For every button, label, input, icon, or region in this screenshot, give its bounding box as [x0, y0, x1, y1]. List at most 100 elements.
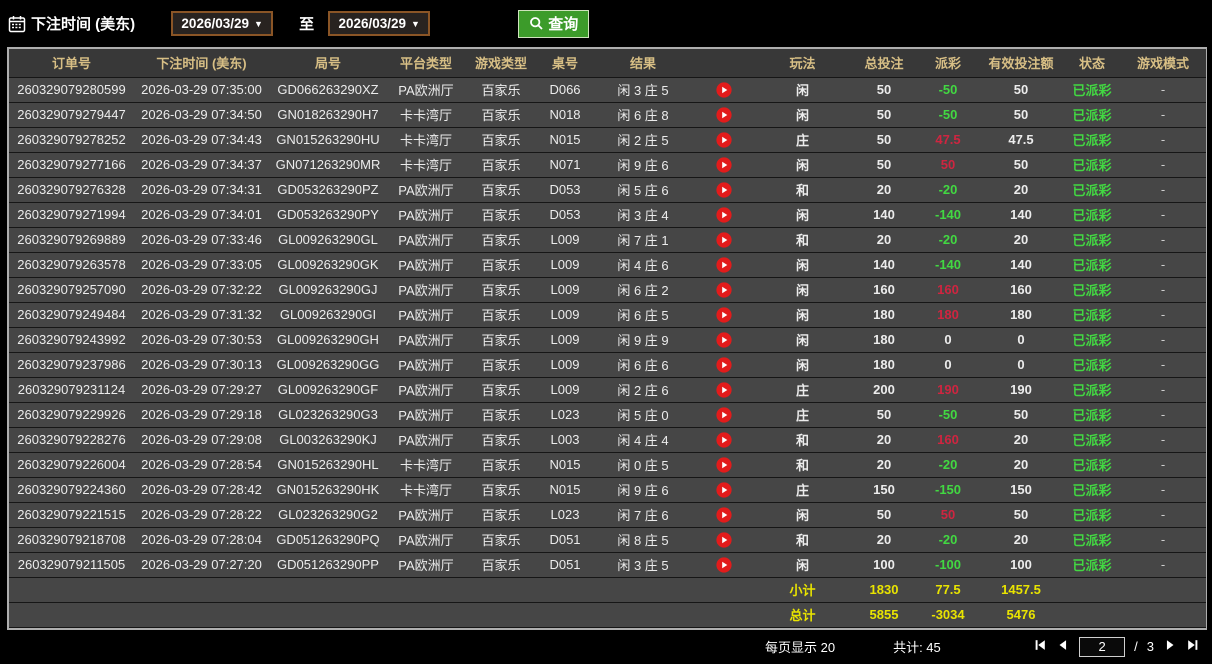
- betting-history-page: 下注时间 (美东) 2026/03/29 ▼ 至 2026/03/29 ▼ 查询: [0, 0, 1212, 664]
- next-page-icon: [1163, 638, 1177, 655]
- play-video-icon[interactable]: [716, 82, 732, 98]
- total-bet-cell: 50: [850, 127, 918, 152]
- status-cell: 已派彩: [1064, 477, 1120, 502]
- game-mode-cell: -: [1120, 277, 1206, 302]
- date-from-select[interactable]: 2026/03/29 ▼: [171, 11, 273, 36]
- game-type-cell: 百家乐: [465, 177, 537, 202]
- bet-time-cell: 2026-03-29 07:34:31: [134, 177, 269, 202]
- play-video-icon[interactable]: [716, 532, 732, 548]
- game-type-cell: 百家乐: [465, 377, 537, 402]
- table-row: 260329079279447 2026-03-29 07:34:50 GN01…: [9, 102, 1206, 127]
- play-video-icon[interactable]: [716, 182, 732, 198]
- play-video-icon[interactable]: [716, 332, 732, 348]
- last-page-icon: [1186, 638, 1200, 655]
- round-id-cell: GL009263290GI: [269, 302, 387, 327]
- game-mode-cell: -: [1120, 252, 1206, 277]
- order-id-cell: 260329079211505: [9, 552, 134, 577]
- table-no-cell: D066: [537, 77, 593, 102]
- result-cell: 闲 4 庄 4: [593, 427, 693, 452]
- play-type-cell: 闲: [755, 302, 850, 327]
- bet-time-cell: 2026-03-29 07:28:22: [134, 502, 269, 527]
- play-type-cell: 庄: [755, 477, 850, 502]
- date-to-select[interactable]: 2026/03/29 ▼: [328, 11, 430, 36]
- order-id-cell: 260329079229926: [9, 402, 134, 427]
- status-cell: 已派彩: [1064, 77, 1120, 102]
- status-cell: 已派彩: [1064, 327, 1120, 352]
- play-video-icon[interactable]: [716, 457, 732, 473]
- platform-cell: 卡卡湾厅: [387, 127, 465, 152]
- play-video-icon[interactable]: [716, 232, 732, 248]
- play-type-cell: 庄: [755, 377, 850, 402]
- payout-cell: 0: [918, 352, 978, 377]
- play-video-icon[interactable]: [716, 407, 732, 423]
- round-id-cell: GL023263290G2: [269, 502, 387, 527]
- result-cell: 闲 9 庄 6: [593, 152, 693, 177]
- round-id-cell: GL009263290GH: [269, 327, 387, 352]
- table-row: 260329079278252 2026-03-29 07:34:43 GN01…: [9, 127, 1206, 152]
- order-id-cell: 260329079221515: [9, 502, 134, 527]
- pager: / 3: [1033, 637, 1200, 657]
- prev-page-button[interactable]: [1056, 638, 1070, 655]
- play-video-icon[interactable]: [716, 432, 732, 448]
- round-id-cell: GN015263290HU: [269, 127, 387, 152]
- platform-cell: PA欧洲厅: [387, 402, 465, 427]
- play-video-icon[interactable]: [716, 557, 732, 573]
- orders-table: 订单号 下注时间 (美东) 局号 平台类型 游戏类型 桌号 结果 玩法 总投注 …: [7, 47, 1207, 630]
- result-cell: 闲 4 庄 6: [593, 252, 693, 277]
- play-video-icon[interactable]: [716, 357, 732, 373]
- order-id-cell: 260329079279447: [9, 102, 134, 127]
- game-mode-cell: -: [1120, 127, 1206, 152]
- play-video-icon[interactable]: [716, 107, 732, 123]
- game-mode-cell: -: [1120, 352, 1206, 377]
- valid-bet-cell: 50: [978, 502, 1064, 527]
- next-page-button[interactable]: [1163, 638, 1177, 655]
- platform-cell: PA欧洲厅: [387, 227, 465, 252]
- total-pages: 3: [1147, 639, 1154, 654]
- replay-cell: [693, 352, 755, 377]
- status-cell: 已派彩: [1064, 127, 1120, 152]
- round-id-cell: GL009263290GG: [269, 352, 387, 377]
- to-label: 至: [299, 13, 314, 34]
- play-video-icon[interactable]: [716, 307, 732, 323]
- play-type-cell: 闲: [755, 77, 850, 102]
- page-input[interactable]: [1079, 637, 1125, 657]
- game-mode-cell: -: [1120, 102, 1206, 127]
- round-id-cell: GD051263290PQ: [269, 527, 387, 552]
- order-id-cell: 260329079280599: [9, 77, 134, 102]
- last-page-button[interactable]: [1186, 638, 1200, 655]
- status-cell: 已派彩: [1064, 102, 1120, 127]
- payout-cell: 160: [918, 427, 978, 452]
- replay-cell: [693, 152, 755, 177]
- platform-cell: PA欧洲厅: [387, 202, 465, 227]
- result-cell: 闲 6 庄 2: [593, 277, 693, 302]
- table-header: 订单号 下注时间 (美东) 局号 平台类型 游戏类型 桌号 结果 玩法 总投注 …: [9, 49, 1206, 77]
- payout-cell: -50: [918, 77, 978, 102]
- col-payout: 派彩: [918, 49, 978, 77]
- table-row: 260329079277166 2026-03-29 07:34:37 GN07…: [9, 152, 1206, 177]
- replay-cell: [693, 502, 755, 527]
- game-type-cell: 百家乐: [465, 552, 537, 577]
- play-type-cell: 闲: [755, 277, 850, 302]
- status-cell: 已派彩: [1064, 402, 1120, 427]
- play-video-icon[interactable]: [716, 132, 732, 148]
- play-video-icon[interactable]: [716, 282, 732, 298]
- status-cell: 已派彩: [1064, 502, 1120, 527]
- total-bet-cell: 50: [850, 402, 918, 427]
- play-video-icon[interactable]: [716, 382, 732, 398]
- play-video-icon[interactable]: [716, 482, 732, 498]
- play-type-cell: 闲: [755, 552, 850, 577]
- play-type-cell: 闲: [755, 252, 850, 277]
- valid-bet-cell: 190: [978, 377, 1064, 402]
- valid-bet-cell: 140: [978, 252, 1064, 277]
- play-video-icon[interactable]: [716, 257, 732, 273]
- first-page-button[interactable]: [1033, 638, 1047, 655]
- play-video-icon[interactable]: [716, 207, 732, 223]
- pagination-bar: 每页显示 20 共计: 45 / 3: [0, 630, 1212, 664]
- play-video-icon[interactable]: [716, 507, 732, 523]
- bet-time-cell: 2026-03-29 07:34:50: [134, 102, 269, 127]
- play-type-cell: 闲: [755, 102, 850, 127]
- game-mode-cell: -: [1120, 327, 1206, 352]
- play-video-icon[interactable]: [716, 157, 732, 173]
- query-button[interactable]: 查询: [518, 10, 589, 38]
- replay-cell: [693, 102, 755, 127]
